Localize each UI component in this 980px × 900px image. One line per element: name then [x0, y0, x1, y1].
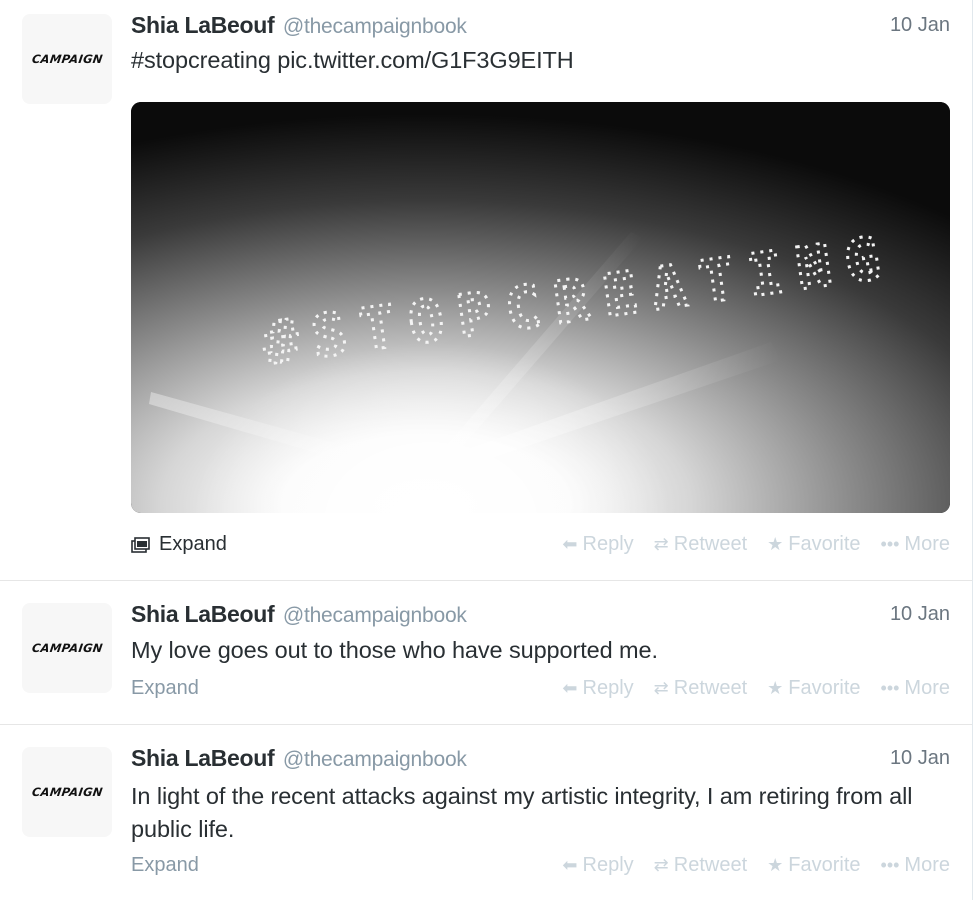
avatar[interactable]: CAMPAIGN: [22, 603, 112, 693]
retweet-button[interactable]: ⇄ Retweet: [654, 533, 747, 556]
retweet-icon: ⇄: [653, 855, 669, 875]
more-button[interactable]: ••• More: [881, 677, 950, 700]
tweet-header: Shia LaBeouf @thecampaignbook 10 Jan: [131, 601, 950, 631]
fullname[interactable]: Shia LaBeouf: [131, 745, 275, 771]
timestamp[interactable]: 10 Jan: [890, 14, 950, 37]
tweet-text: My love goes out to those who have suppo…: [131, 637, 658, 663]
ellipsis-icon: •••: [880, 534, 900, 554]
more-button[interactable]: ••• More: [881, 854, 950, 877]
username[interactable]: @thecampaignbook: [283, 604, 467, 627]
expand-button[interactable]: Expand: [131, 854, 199, 877]
reply-label: Reply: [582, 854, 634, 876]
expand-button[interactable]: Expand: [131, 677, 199, 700]
fullname[interactable]: Shia LaBeouf: [131, 12, 275, 38]
tweet-header: Shia LaBeouf @thecampaignbook 10 Jan: [131, 12, 950, 42]
tweet-actions: ⬅ Reply ⇄ Retweet ★ Favorite ••• More: [562, 533, 950, 556]
expand-button[interactable]: Expand: [131, 533, 227, 556]
retweet-icon: ⇄: [653, 678, 669, 698]
ellipsis-icon: •••: [880, 678, 900, 698]
fullname[interactable]: Shia LaBeouf: [131, 601, 275, 627]
favorite-label: Favorite: [788, 854, 861, 876]
more-label: More: [904, 677, 950, 699]
timeline-border: [972, 0, 973, 900]
reply-label: Reply: [582, 677, 634, 699]
retweet-icon: ⇄: [653, 534, 669, 554]
media-photo[interactable]: #STOPCREATING: [131, 102, 950, 513]
timeline: CAMPAIGN Shia LaBeouf @thecampaignbook 1…: [0, 0, 980, 900]
ellipsis-icon: •••: [880, 855, 900, 875]
tweet-actions: ⬅ Reply ⇄ Retweet ★ Favorite ••• More: [562, 854, 950, 877]
retweet-label: Retweet: [673, 677, 748, 699]
username[interactable]: @thecampaignbook: [283, 748, 467, 771]
media-icon: [131, 536, 150, 553]
more-label: More: [904, 533, 950, 555]
reply-arrow-icon: ⬅: [562, 855, 578, 875]
expand-label: Expand: [159, 533, 227, 555]
more-label: More: [904, 854, 950, 876]
more-button[interactable]: ••• More: [881, 533, 950, 556]
avatar-logo-text: CAMPAIGN: [30, 641, 104, 655]
avatar[interactable]: CAMPAIGN: [22, 14, 112, 104]
reply-button[interactable]: ⬅ Reply: [562, 854, 633, 877]
tweet-text: #stopcreating pic.twitter.com/G1F3G9EITH: [131, 47, 574, 73]
tweet[interactable]: CAMPAIGN Shia LaBeouf @thecampaignbook 1…: [0, 581, 972, 724]
photo-skywriting: #STOPCREATING: [131, 102, 950, 513]
retweet-label: Retweet: [673, 854, 748, 876]
reply-button[interactable]: ⬅ Reply: [562, 677, 633, 700]
timestamp[interactable]: 10 Jan: [890, 603, 950, 626]
favorite-button[interactable]: ★ Favorite: [767, 677, 860, 700]
retweet-button[interactable]: ⇄ Retweet: [654, 854, 747, 877]
avatar-logo-text: CAMPAIGN: [30, 785, 104, 799]
favorite-label: Favorite: [788, 533, 861, 555]
star-icon: ★: [767, 534, 784, 554]
star-icon: ★: [767, 678, 784, 698]
reply-arrow-icon: ⬅: [562, 534, 578, 554]
reply-button[interactable]: ⬅ Reply: [562, 533, 633, 556]
expand-label: Expand: [131, 854, 199, 876]
retweet-label: Retweet: [673, 533, 748, 555]
retweet-button[interactable]: ⇄ Retweet: [654, 677, 747, 700]
tweet-text: In light of the recent attacks against m…: [131, 783, 913, 842]
favorite-button[interactable]: ★ Favorite: [767, 854, 860, 877]
expand-label: Expand: [131, 677, 199, 699]
favorite-button[interactable]: ★ Favorite: [767, 533, 860, 556]
tweet[interactable]: CAMPAIGN Shia LaBeouf @thecampaignbook 1…: [0, 0, 972, 580]
reply-label: Reply: [582, 533, 634, 555]
avatar-logo-text: CAMPAIGN: [30, 52, 104, 66]
username[interactable]: @thecampaignbook: [283, 15, 467, 38]
star-icon: ★: [767, 855, 784, 875]
timestamp[interactable]: 10 Jan: [890, 747, 950, 770]
tweet-actions: ⬅ Reply ⇄ Retweet ★ Favorite ••• More: [562, 677, 950, 700]
tweet-header: Shia LaBeouf @thecampaignbook 10 Jan: [131, 745, 950, 775]
tweet[interactable]: CAMPAIGN Shia LaBeouf @thecampaignbook 1…: [0, 725, 972, 900]
reply-arrow-icon: ⬅: [562, 678, 578, 698]
favorite-label: Favorite: [788, 677, 861, 699]
avatar[interactable]: CAMPAIGN: [22, 747, 112, 837]
